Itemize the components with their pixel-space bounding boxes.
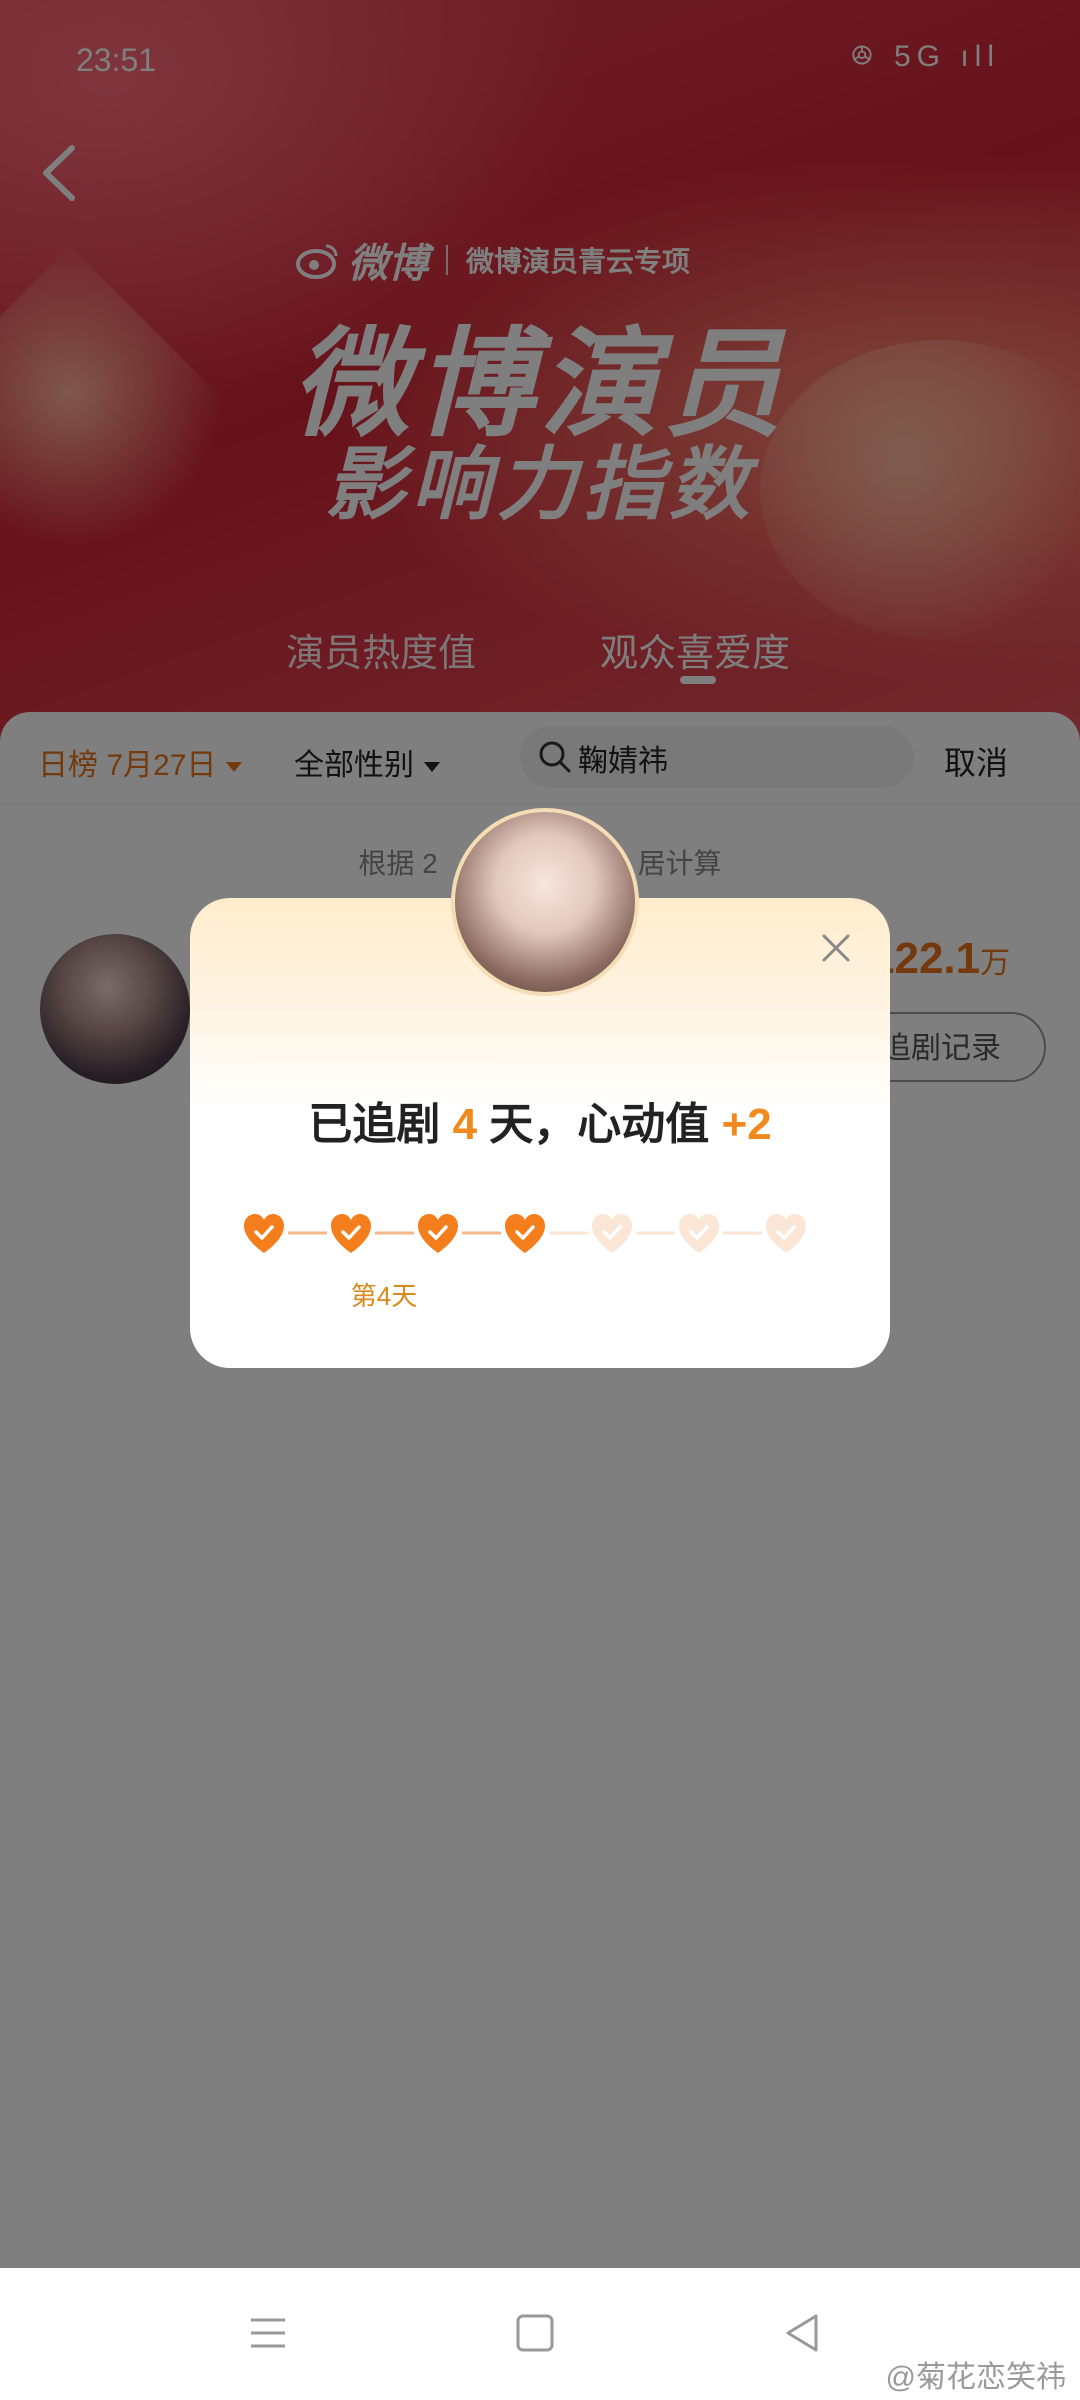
heart-filled-icon (331, 1214, 371, 1253)
home-square-icon[interactable] (510, 2308, 560, 2358)
streak-points: +2 (721, 1100, 772, 1149)
streak-hearts (244, 1214, 806, 1253)
menu-icon[interactable] (243, 2308, 293, 2358)
back-triangle-icon[interactable] (778, 2308, 828, 2358)
streak-days: 4 (452, 1100, 478, 1149)
streak-middle: 天，心动值 (477, 1100, 722, 1149)
watermark: @菊花恋笑祎 (885, 2361, 1066, 2394)
close-icon[interactable] (816, 928, 856, 968)
streak-message: 已追剧 4 天，心动值 +2 (190, 1088, 890, 1152)
heart-empty-icon (679, 1214, 719, 1253)
heart-empty-icon (592, 1214, 632, 1253)
heart-empty-icon (766, 1214, 806, 1253)
heart-filled-icon (418, 1214, 458, 1253)
modal-avatar (451, 808, 639, 996)
heart-filled-icon (244, 1214, 284, 1253)
current-day-label: 第4天 (350, 1281, 418, 1311)
streak-prefix: 已追剧 (308, 1100, 453, 1149)
heart-filled-icon (505, 1214, 545, 1253)
